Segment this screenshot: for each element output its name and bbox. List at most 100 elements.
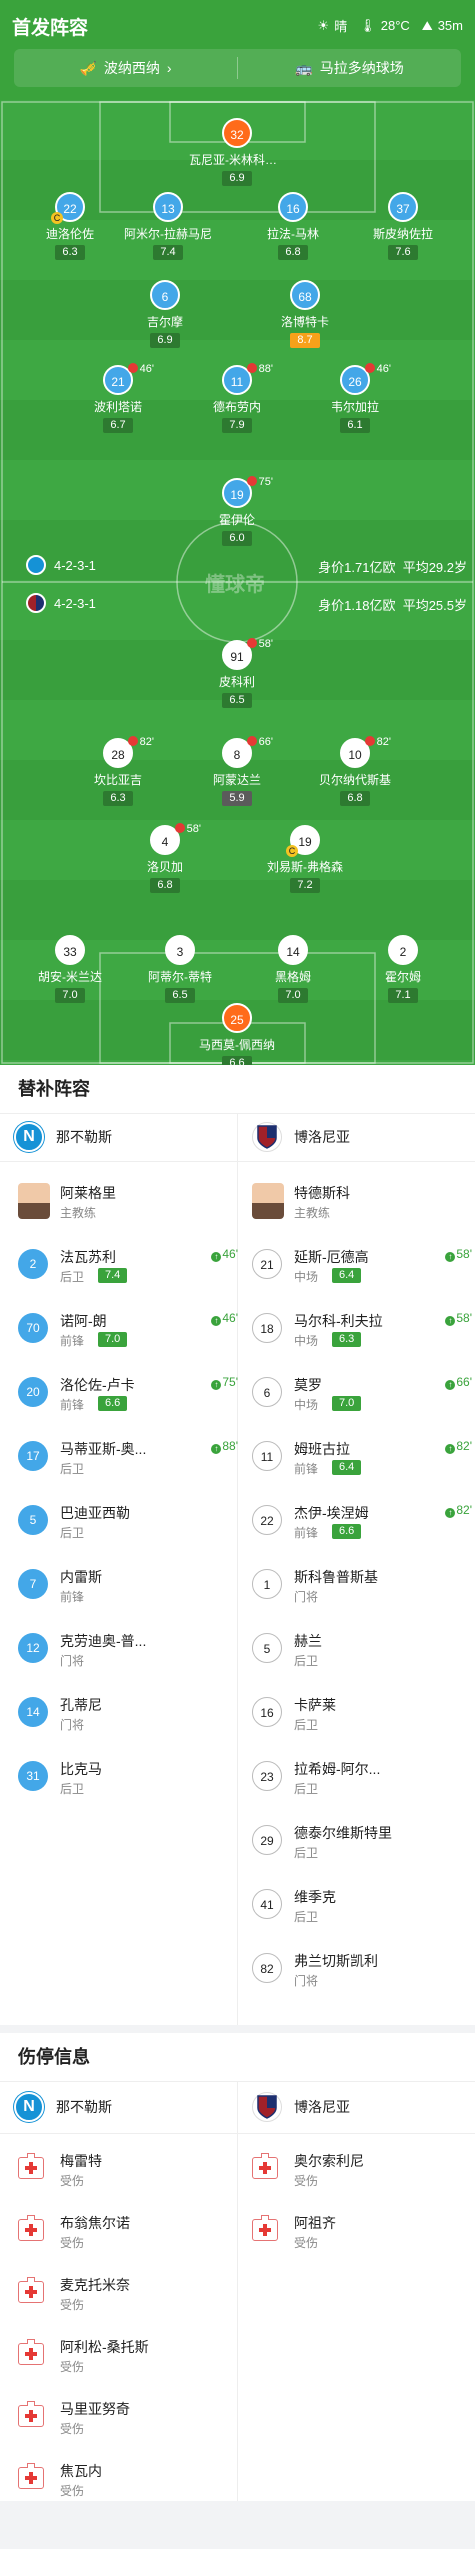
injury-entry[interactable]: 焦瓦内 受伤 bbox=[18, 2449, 238, 2513]
substitute-entry[interactable]: 31 比克马 后卫 bbox=[18, 1747, 238, 1811]
injury-entry[interactable]: 布翁焦尔诺 受伤 bbox=[18, 2201, 238, 2265]
sub-out-time: 88' bbox=[246, 363, 273, 375]
substitute-entry[interactable]: 20 洛伦佐-卢卡 前锋 6.6 ↑ 75' bbox=[18, 1363, 238, 1427]
player-position: 后卫 bbox=[294, 1910, 319, 1924]
player-name: 皮科利 bbox=[218, 675, 255, 689]
pitch-player[interactable]: 91 58' 皮科利 6.5 bbox=[189, 638, 285, 708]
pitch-player[interactable]: 3 阿蒂尔-蒂特 6.5 bbox=[132, 935, 228, 1003]
substitute-entry[interactable]: 18 马尔科-利夫拉 中场 6.3 ↑ 58' bbox=[252, 1299, 472, 1363]
sub-out-time: 46' bbox=[127, 363, 154, 375]
pitch-player[interactable]: 22 C 迪洛伦佐 6.3 bbox=[22, 192, 118, 260]
substitute-entry[interactable]: 41 维季克 后卫 bbox=[252, 1875, 472, 1939]
shirt-number: 68 bbox=[290, 280, 320, 310]
substitute-entry[interactable]: 12 克劳迪奥-普... 门将 bbox=[18, 1619, 238, 1683]
substitute-entry[interactable]: 70 诺阿-朗 前锋 7.0 ↑ 46' bbox=[18, 1299, 238, 1363]
pitch-player[interactable]: 19 75' 霍伊伦 6.0 bbox=[189, 476, 285, 546]
pitch-player[interactable]: 21 46' 波利塔诺 6.7 bbox=[70, 363, 166, 433]
player-name: 布翁焦尔诺 bbox=[60, 2215, 130, 2231]
pitch-player[interactable]: 28 82' 坎比亚吉 6.3 bbox=[70, 736, 166, 806]
pitch-player[interactable]: 16 拉法-马林 6.8 bbox=[245, 192, 341, 260]
substitute-entry[interactable]: 22 杰伊-埃涅姆 前锋 6.6 ↑ 82' bbox=[252, 1491, 472, 1555]
substitute-entry[interactable]: 5 巴迪亚西勒 后卫 bbox=[18, 1491, 238, 1555]
player-name: 阿利松-桑托斯 bbox=[60, 2339, 149, 2355]
substitute-entry[interactable]: 23 拉希姆-阿尔... 后卫 bbox=[252, 1747, 472, 1811]
substitute-entry[interactable]: 11 姆班古拉 前锋 6.4 ↑ 82' bbox=[252, 1427, 472, 1491]
substitute-entry[interactable]: 6 莫罗 中场 7.0 ↑ 66' bbox=[252, 1363, 472, 1427]
kit-handle bbox=[27, 2153, 35, 2158]
player-name: 阿蒂尔-蒂特 bbox=[148, 970, 212, 984]
player-rating: 5.9 bbox=[222, 791, 252, 806]
substitute-entry[interactable]: 7 内雷斯 前锋 bbox=[18, 1555, 238, 1619]
substitute-entry[interactable]: 82 弗兰切斯凯利 门将 bbox=[252, 1939, 472, 2003]
player-position: 后卫 bbox=[294, 1654, 319, 1668]
player-name: 杰伊-埃涅姆 bbox=[294, 1505, 369, 1521]
pitch: 32 瓦尼亚-米林科维... 6.9 22 C 迪洛伦佐 6.3 13 阿米尔-拉赫马尼 7.4 1… bbox=[0, 100, 475, 1071]
injury-status: 受伤 bbox=[60, 2484, 85, 2498]
player-name: 法瓦苏利 bbox=[60, 1249, 116, 1265]
bologna-logo-icon bbox=[26, 593, 46, 613]
substitute-entry[interactable]: 17 马蒂亚斯-奥... 后卫 ↑ 88' bbox=[18, 1427, 238, 1491]
pitch-player[interactable]: 14 黑格姆 7.0 bbox=[245, 935, 341, 1003]
player-rating: 7.2 bbox=[290, 878, 320, 893]
substitute-entry[interactable]: 2 法瓦苏利 后卫 7.4 ↑ 46' bbox=[18, 1235, 238, 1299]
pitch-player[interactable]: 2 霍尔姆 7.1 bbox=[355, 935, 451, 1003]
player-name: 瓦尼亚-米林科维... bbox=[189, 153, 285, 167]
injury-entry[interactable]: 阿祖齐 受伤 bbox=[252, 2201, 472, 2265]
player-name: 洛博特卡 bbox=[280, 315, 329, 329]
injuries-title: 伤停信息 bbox=[18, 2047, 90, 2067]
substitutes-title: 替补阵容 bbox=[18, 1079, 90, 1099]
injury-entry[interactable]: 马里亚努奇 受伤 bbox=[18, 2387, 238, 2451]
away-coach[interactable]: 特德斯科 主教练 bbox=[252, 1171, 472, 1235]
player-rating: 6.4 bbox=[332, 1460, 362, 1475]
home-team-header[interactable]: N 那不勒斯 bbox=[14, 1113, 112, 1161]
pitch-player[interactable]: 8 66' 阿蒙达兰 5.9 bbox=[189, 736, 285, 806]
referee-link[interactable]: 🎺 波纳西纳 › bbox=[14, 49, 237, 87]
pitch-player[interactable]: 19 C 刘易斯-弗格森 7.2 bbox=[257, 825, 353, 893]
sub-time-text: 46' bbox=[139, 363, 154, 375]
referee-name: 波纳西纳 bbox=[103, 60, 160, 76]
substitute-entry[interactable]: 14 孔蒂尼 门将 bbox=[18, 1683, 238, 1747]
medical-kit-icon bbox=[18, 2277, 44, 2303]
medical-kit-icon bbox=[18, 2339, 44, 2365]
sub-out-time: 66' bbox=[246, 736, 273, 748]
sub-out-icon bbox=[127, 736, 138, 746]
player-name: 梅雷特 bbox=[60, 2153, 102, 2169]
stadium-name: 马拉多纳球场 bbox=[319, 60, 404, 76]
substitute-entry[interactable]: 29 德泰尔维斯特里 后卫 bbox=[252, 1811, 472, 1875]
home-team-header[interactable]: N 那不勒斯 bbox=[14, 2083, 112, 2131]
substitute-entry[interactable]: 5 赫兰 后卫 bbox=[252, 1619, 472, 1683]
medical-kit-icon bbox=[18, 2463, 44, 2489]
pitch-player[interactable]: 37 斯皮纳佐拉 7.6 bbox=[355, 192, 451, 260]
shirt-number: 18 bbox=[252, 1313, 282, 1343]
pitch-player[interactable]: 32 瓦尼亚-米林科维... 6.9 bbox=[189, 118, 285, 186]
player-position: 后卫 bbox=[294, 1718, 319, 1732]
pitch-player[interactable]: 4 58' 洛贝加 6.8 bbox=[117, 823, 213, 893]
coach-name: 阿莱格里 bbox=[60, 1185, 116, 1201]
away-team-header[interactable]: 博洛尼亚 bbox=[252, 1113, 350, 1161]
injury-entry[interactable]: 梅雷特 受伤 bbox=[18, 2139, 238, 2203]
pitch-player[interactable]: 10 82' 贝尔纳代斯基 6.8 bbox=[307, 736, 403, 806]
lineup-header-area: 首发阵容 ☀ 晴 🌡 28°C ⛰ 35m 🎺 波纳西纳 › 🚌 马拉多纳球场 bbox=[0, 0, 475, 1071]
substitute-entry[interactable]: 16 卡萨莱 后卫 bbox=[252, 1683, 472, 1747]
player-name: 胡安-米兰达 bbox=[38, 970, 102, 984]
pitch-player[interactable]: 26 46' 韦尔加拉 6.1 bbox=[307, 363, 403, 433]
pitch-player[interactable]: 13 阿米尔-拉赫马尼 7.4 bbox=[120, 192, 216, 260]
home-coach[interactable]: 阿莱格里 主教练 bbox=[18, 1171, 238, 1235]
sub-out-icon bbox=[364, 363, 375, 373]
pitch-player[interactable]: 6 吉尔摩 6.9 bbox=[117, 280, 213, 348]
pitch-player[interactable]: 11 88' 德布劳内 7.9 bbox=[189, 363, 285, 433]
shirt-number: 19 C bbox=[286, 825, 320, 857]
bologna-logo-icon bbox=[252, 2092, 282, 2122]
pitch-player[interactable]: 33 胡安-米兰达 7.0 bbox=[22, 935, 118, 1003]
shirt-number: 33 bbox=[55, 935, 85, 965]
pitch-player[interactable]: 25 马西莫-佩西纳 6.6 bbox=[189, 1003, 285, 1071]
injury-entry[interactable]: 奥尔索利尼 受伤 bbox=[252, 2139, 472, 2203]
substitute-entry[interactable]: 21 延斯-厄德高 中场 6.4 ↑ 58' bbox=[252, 1235, 472, 1299]
away-team-header[interactable]: 博洛尼亚 bbox=[252, 2083, 350, 2131]
sub-time-text: 88' bbox=[258, 363, 273, 375]
player-rating: 7.0 bbox=[55, 988, 85, 1003]
substitute-entry[interactable]: 1 斯科鲁普斯基 门将 bbox=[252, 1555, 472, 1619]
pitch-player[interactable]: 68 洛博特卡 8.7 bbox=[257, 280, 353, 348]
injury-entry[interactable]: 阿利松-桑托斯 受伤 bbox=[18, 2325, 238, 2389]
injury-entry[interactable]: 麦克托米奈 受伤 bbox=[18, 2263, 238, 2327]
